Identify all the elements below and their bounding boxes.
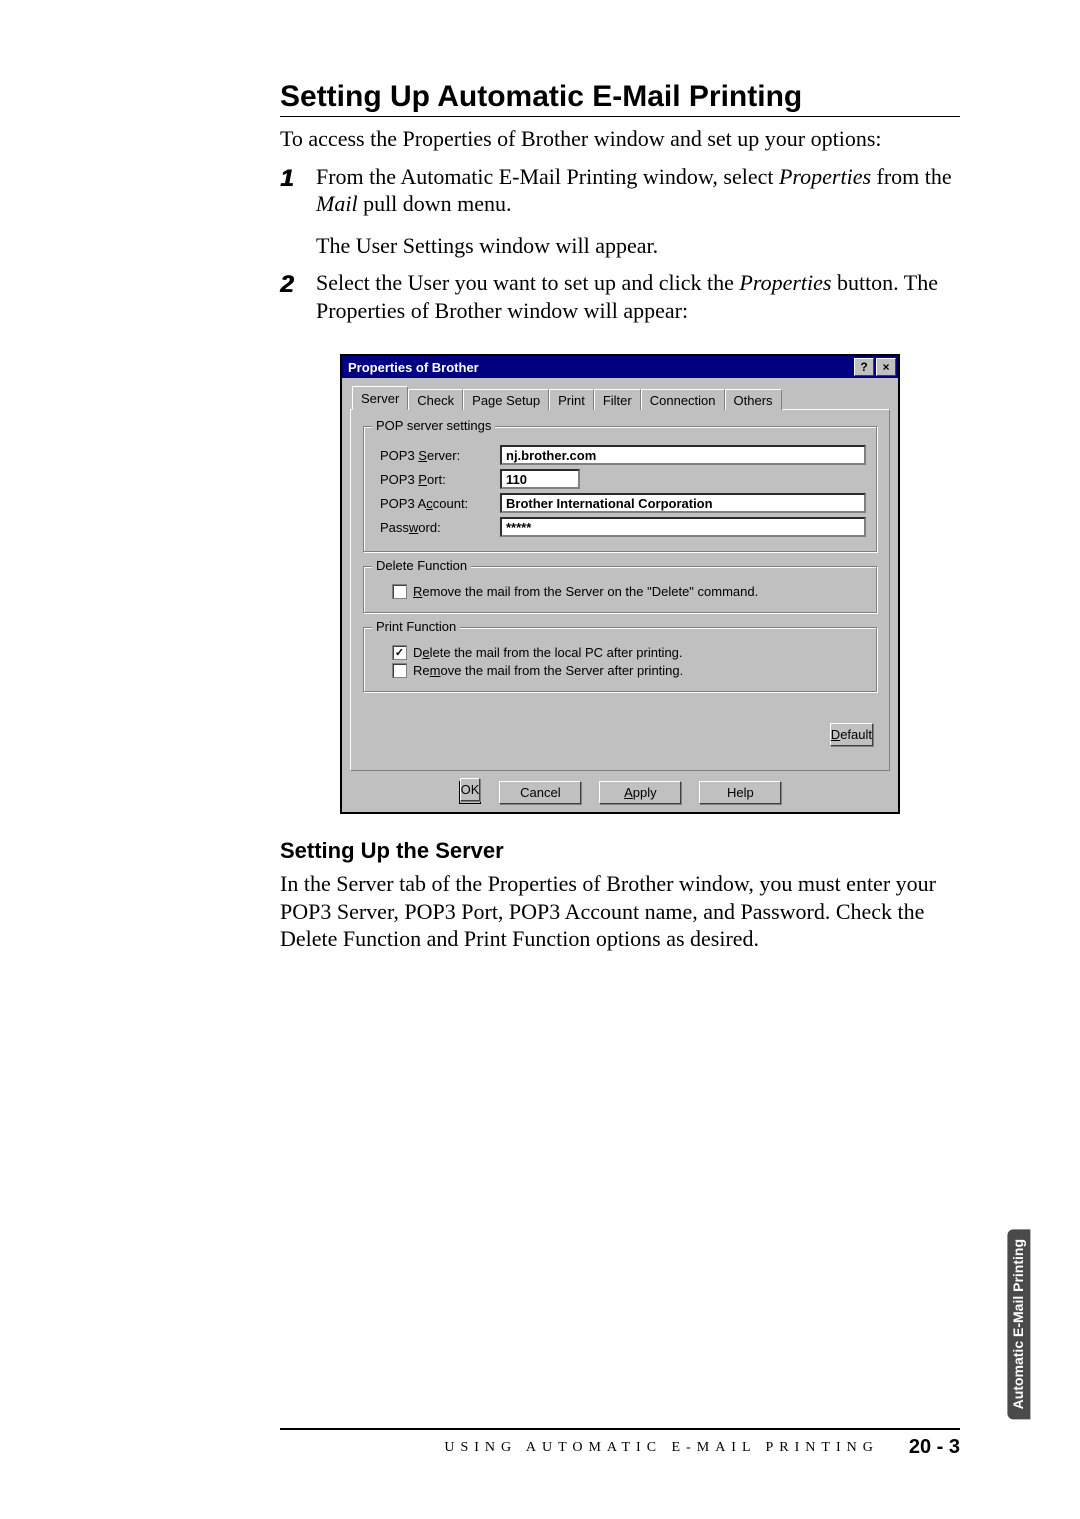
- checkbox-remove-on-delete[interactable]: [392, 584, 407, 599]
- tab-panel-server: POP server settings POP3 Server: nj.brot…: [350, 409, 890, 771]
- apply-button[interactable]: Apply: [599, 781, 681, 804]
- input-pop3-account[interactable]: Brother International Corporation: [500, 493, 866, 513]
- page-footer: USING AUTOMATIC E-MAIL PRINTING 20 - 3: [0, 1428, 1080, 1459]
- step-1: 1 From the Automatic E-Mail Printing win…: [280, 163, 960, 260]
- tab-print[interactable]: Print: [549, 389, 594, 410]
- group-print-function: Print Function ✓ Delete the mail from th…: [363, 627, 877, 692]
- input-password[interactable]: *****: [500, 517, 866, 537]
- group-delete-legend: Delete Function: [372, 558, 471, 573]
- tab-page-setup[interactable]: Page Setup: [463, 389, 549, 410]
- input-pop3-server[interactable]: nj.brother.com: [500, 445, 866, 465]
- titlebar: Properties of Brother ? ×: [342, 356, 898, 378]
- tab-check[interactable]: Check: [408, 389, 463, 410]
- subbody-text: In the Server tab of the Properties of B…: [280, 870, 960, 953]
- tab-strip: Server Check Page Setup Print Filter Con…: [350, 388, 890, 410]
- label-pop3-port: POP3 Port:: [374, 472, 500, 487]
- ok-button[interactable]: OK: [460, 778, 481, 801]
- step1-italic-properties: Properties: [779, 164, 871, 189]
- page-heading: Setting Up Automatic E-Mail Printing: [280, 80, 960, 117]
- side-tab: Automatic E-Mail Printing: [1007, 1229, 1030, 1419]
- step1-followup: The User Settings window will appear.: [316, 232, 960, 260]
- label-pop3-server: POP3 Server:: [374, 448, 500, 463]
- label-remove-server-after-print: Remove the mail from the Server after pr…: [413, 663, 683, 678]
- step-2: 2 Select the User you want to set up and…: [280, 269, 960, 324]
- subheading: Setting Up the Server: [280, 838, 960, 864]
- cancel-button[interactable]: Cancel: [499, 781, 581, 804]
- checkbox-delete-local-after-print[interactable]: ✓: [392, 645, 407, 660]
- tab-others[interactable]: Others: [725, 389, 782, 410]
- default-button[interactable]: Default: [830, 723, 873, 746]
- tab-filter[interactable]: Filter: [594, 389, 641, 410]
- dialog-button-row: OK Cancel Apply Help: [350, 781, 890, 804]
- step1-text-a: From the Automatic E-Mail Printing windo…: [316, 164, 779, 189]
- close-icon[interactable]: ×: [876, 358, 896, 376]
- help-icon[interactable]: ?: [854, 358, 874, 376]
- properties-dialog: Properties of Brother ? × Server Check P…: [340, 354, 900, 814]
- step-number-2: 2: [280, 271, 293, 299]
- dialog-title: Properties of Brother: [348, 360, 479, 375]
- step1-italic-mail: Mail: [316, 191, 358, 216]
- step1-text-e: pull down menu.: [358, 191, 512, 216]
- tab-server[interactable]: Server: [352, 386, 408, 410]
- label-delete-local-after-print: Delete the mail from the local PC after …: [413, 645, 683, 660]
- group-delete-function: Delete Function Remove the mail from the…: [363, 566, 877, 613]
- group-pop-legend: POP server settings: [372, 418, 495, 433]
- step2-italic-properties: Properties: [739, 270, 831, 295]
- step2-text-a: Select the User you want to set up and c…: [316, 270, 739, 295]
- label-pop3-account: POP3 Account:: [374, 496, 500, 511]
- group-print-legend: Print Function: [372, 619, 460, 634]
- help-button[interactable]: Help: [699, 781, 781, 804]
- footer-text: USING AUTOMATIC E-MAIL PRINTING: [444, 1440, 879, 1456]
- input-pop3-port[interactable]: 110: [500, 469, 580, 489]
- page-number: 20 - 3: [909, 1436, 960, 1459]
- group-pop-settings: POP server settings POP3 Server: nj.brot…: [363, 426, 877, 552]
- tab-connection[interactable]: Connection: [641, 389, 725, 410]
- step-number-1: 1: [280, 165, 293, 193]
- intro-text: To access the Properties of Brother wind…: [280, 125, 960, 153]
- label-password: Password:: [374, 520, 500, 535]
- label-remove-on-delete: Remove the mail from the Server on the "…: [413, 584, 758, 599]
- checkbox-remove-server-after-print[interactable]: [392, 663, 407, 678]
- step1-text-c: from the: [871, 164, 952, 189]
